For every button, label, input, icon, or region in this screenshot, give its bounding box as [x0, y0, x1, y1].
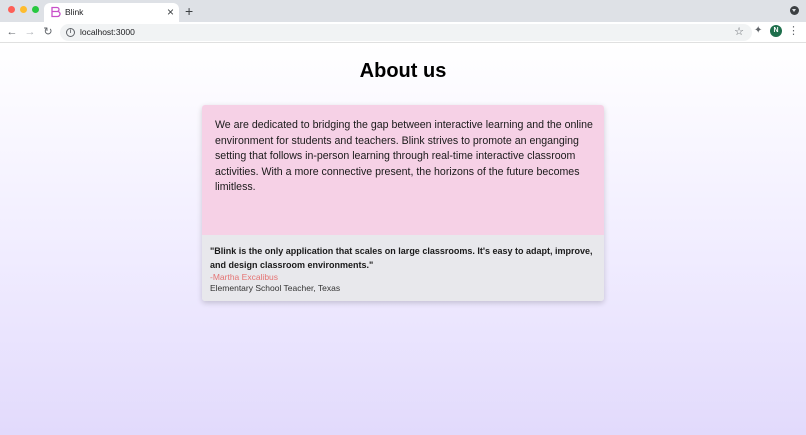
tab-title: Blink: [65, 7, 84, 17]
back-arrow-icon[interactable]: ←: [5, 24, 19, 40]
tab-close-icon[interactable]: ×: [167, 4, 174, 20]
blink-logo-icon: [51, 6, 61, 18]
tab-strip: Blink × +: [0, 0, 806, 22]
page-title: About us: [359, 60, 447, 82]
url-text[interactable]: localhost:3000: [80, 27, 135, 37]
about-card: We are dedicated to bridging the gap bet…: [202, 105, 604, 301]
tab-search-icon[interactable]: [790, 6, 799, 15]
about-description: We are dedicated to bridging the gap bet…: [215, 119, 593, 193]
address-bar[interactable]: i localhost:3000 ☆: [60, 24, 752, 41]
testimonial-author: -Martha Excalibus: [210, 272, 279, 282]
forward-arrow-icon[interactable]: →: [23, 24, 37, 40]
browser-menu-icon[interactable]: ⋮: [788, 24, 799, 38]
page-content: About us We are dedicated to bridging th…: [0, 43, 806, 435]
browser-toolbar: ← → ↻ i localhost:3000 ☆: [0, 22, 806, 43]
new-tab-button[interactable]: +: [185, 1, 193, 21]
browser-tab[interactable]: Blink ×: [44, 3, 179, 22]
about-description-panel: We are dedicated to bridging the gap bet…: [202, 105, 604, 235]
testimonial-panel: "Blink is the only application that scal…: [202, 235, 604, 301]
testimonial-quote: "Blink is the only application that scal…: [210, 246, 593, 270]
maximize-window-button[interactable]: [32, 6, 39, 13]
close-window-button[interactable]: [8, 6, 15, 13]
reload-icon[interactable]: ↻: [41, 24, 55, 40]
bookmark-star-icon[interactable]: ☆: [734, 25, 744, 39]
testimonial-role: Elementary School Teacher, Texas: [210, 283, 341, 293]
profile-avatar[interactable]: N: [770, 25, 782, 37]
site-info-icon[interactable]: i: [66, 28, 75, 37]
extensions-puzzle-icon[interactable]: ✦: [754, 25, 762, 36]
minimize-window-button[interactable]: [20, 6, 27, 13]
